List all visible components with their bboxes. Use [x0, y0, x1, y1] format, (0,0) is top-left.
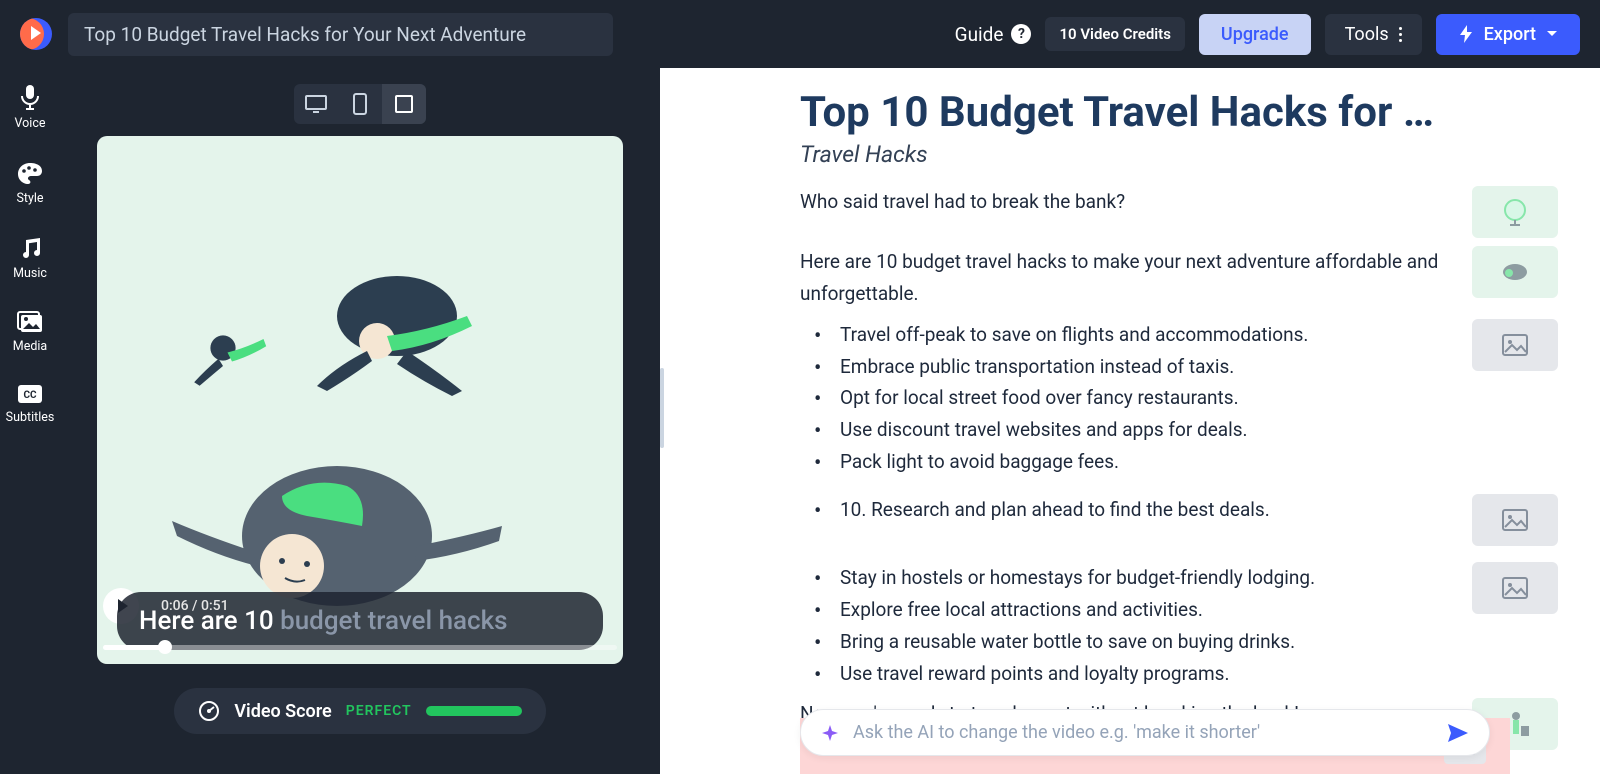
tools-button[interactable]: Tools — [1325, 14, 1422, 55]
list-item[interactable]: 10. Research and plan ahead to find the … — [824, 494, 1442, 526]
send-icon[interactable] — [1447, 723, 1469, 743]
kebab-icon — [1399, 27, 1402, 42]
chevron-down-icon — [1546, 30, 1558, 38]
upgrade-button[interactable]: Upgrade — [1199, 14, 1311, 55]
list-item[interactable]: Stay in hostels or homestays for budget-… — [824, 562, 1442, 594]
sidebar-item-music[interactable]: Music — [13, 236, 47, 281]
score-label: Video Score — [234, 701, 331, 722]
sidebar-item-label: Music — [13, 266, 47, 281]
list-item[interactable]: Bring a reusable water bottle to save on… — [824, 626, 1442, 658]
help-icon: ? — [1011, 24, 1031, 44]
script-paragraph[interactable]: Who said travel had to break the bank? — [800, 186, 1442, 218]
guide-link[interactable]: Guide ? — [955, 23, 1032, 46]
palette-icon — [17, 161, 43, 185]
list-item[interactable]: Pack light to avoid baggage fees. — [824, 446, 1442, 478]
sidebar-item-subtitles[interactable]: CC Subtitles — [6, 384, 55, 425]
export-button[interactable]: Export — [1436, 14, 1580, 55]
script-list[interactable]: Stay in hostels or homestays for budget-… — [800, 562, 1442, 690]
timecode: 0:06 / 0:51 — [161, 598, 229, 614]
sidebar-item-label: Media — [13, 339, 47, 354]
header: Guide ? 10 Video Credits Upgrade Tools E… — [0, 0, 1600, 68]
sidebar-item-label: Voice — [14, 116, 45, 131]
list-item[interactable]: Explore free local attractions and activ… — [824, 594, 1442, 626]
panel-resize-handle[interactable] — [660, 368, 664, 448]
video-credits-badge[interactable]: 10 Video Credits — [1045, 17, 1184, 51]
tools-label: Tools — [1345, 24, 1389, 45]
list-item[interactable]: Use travel reward points and loyalty pro… — [824, 658, 1442, 690]
list-item[interactable]: Opt for local street food over fancy res… — [824, 382, 1442, 414]
scene-thumbnail-placeholder[interactable] — [1472, 494, 1558, 546]
progress-fill — [103, 645, 165, 650]
bolt-icon — [1458, 25, 1474, 43]
music-icon — [18, 236, 42, 260]
sidebar-item-voice[interactable]: Voice — [14, 84, 45, 131]
globe-icon — [1500, 197, 1530, 227]
svg-text:CC: CC — [23, 390, 37, 401]
scene-thumbnail-placeholder[interactable] — [1472, 562, 1558, 614]
app-logo[interactable] — [20, 18, 52, 50]
page-title[interactable]: Top 10 Budget Travel Hacks for Your … — [800, 88, 1455, 137]
sidebar-item-label: Subtitles — [6, 410, 55, 425]
sparkle-icon — [821, 724, 839, 742]
aspect-ratio-toggle — [294, 84, 426, 124]
list-item[interactable]: Embrace public transportation instead of… — [824, 351, 1442, 383]
aspect-landscape-button[interactable] — [294, 84, 338, 124]
preview-panel: 0:06 / 0:51 Here are 10 budget travel ha… — [60, 68, 660, 774]
score-value: PERFECT — [346, 703, 412, 719]
monitor-icon — [305, 95, 327, 113]
square-icon — [395, 95, 413, 113]
guide-label: Guide — [955, 23, 1004, 46]
image-icon — [1502, 334, 1528, 356]
list-item[interactable]: Use discount travel websites and apps fo… — [824, 414, 1442, 446]
video-preview[interactable]: 0:06 / 0:51 Here are 10 budget travel ha… — [97, 136, 623, 664]
microphone-icon — [19, 84, 41, 110]
video-title-input[interactable] — [68, 13, 613, 56]
subtitles-icon: CC — [17, 384, 43, 404]
preview-illustration — [187, 321, 277, 393]
list-item[interactable]: Travel off-peak to save on flights and a… — [824, 319, 1442, 351]
script-list[interactable]: 10. Research and plan ahead to find the … — [800, 494, 1442, 526]
editor-panel: Top 10 Budget Travel Hacks for Your … Tr… — [660, 68, 1600, 774]
sidebar-item-media[interactable]: Media — [13, 311, 47, 354]
image-icon — [1502, 509, 1528, 531]
sidebar-item-style[interactable]: Style — [16, 161, 43, 206]
media-icon — [17, 311, 43, 333]
gauge-icon — [198, 700, 220, 722]
flying-icon — [1495, 257, 1535, 287]
aspect-square-button[interactable] — [382, 84, 426, 124]
phone-icon — [353, 93, 367, 115]
scene-thumbnail[interactable] — [1472, 246, 1558, 298]
scene-thumbnail-placeholder[interactable] — [1472, 319, 1558, 371]
ai-chat-input-wrap — [800, 709, 1490, 756]
script-list[interactable]: Travel off-peak to save on flights and a… — [800, 319, 1442, 479]
progress-thumb[interactable] — [158, 640, 172, 654]
score-meter — [426, 706, 522, 716]
video-score-bar[interactable]: Video Score PERFECT — [174, 688, 545, 734]
image-icon — [1502, 577, 1528, 599]
ai-chat-input[interactable] — [853, 722, 1433, 743]
scene-thumbnail[interactable] — [1472, 186, 1558, 238]
page-subtitle[interactable]: Travel Hacks — [800, 141, 1558, 168]
preview-illustration — [297, 256, 497, 406]
sidebar: Voice Style Music Media CC Subtitles — [0, 68, 60, 774]
export-label: Export — [1484, 24, 1536, 45]
video-progress-bar[interactable] — [103, 645, 617, 650]
script-paragraph[interactable]: Here are 10 budget travel hacks to make … — [800, 246, 1442, 311]
aspect-portrait-button[interactable] — [338, 84, 382, 124]
caption-rest: budget travel hacks — [280, 606, 507, 636]
sidebar-item-label: Style — [16, 191, 43, 206]
